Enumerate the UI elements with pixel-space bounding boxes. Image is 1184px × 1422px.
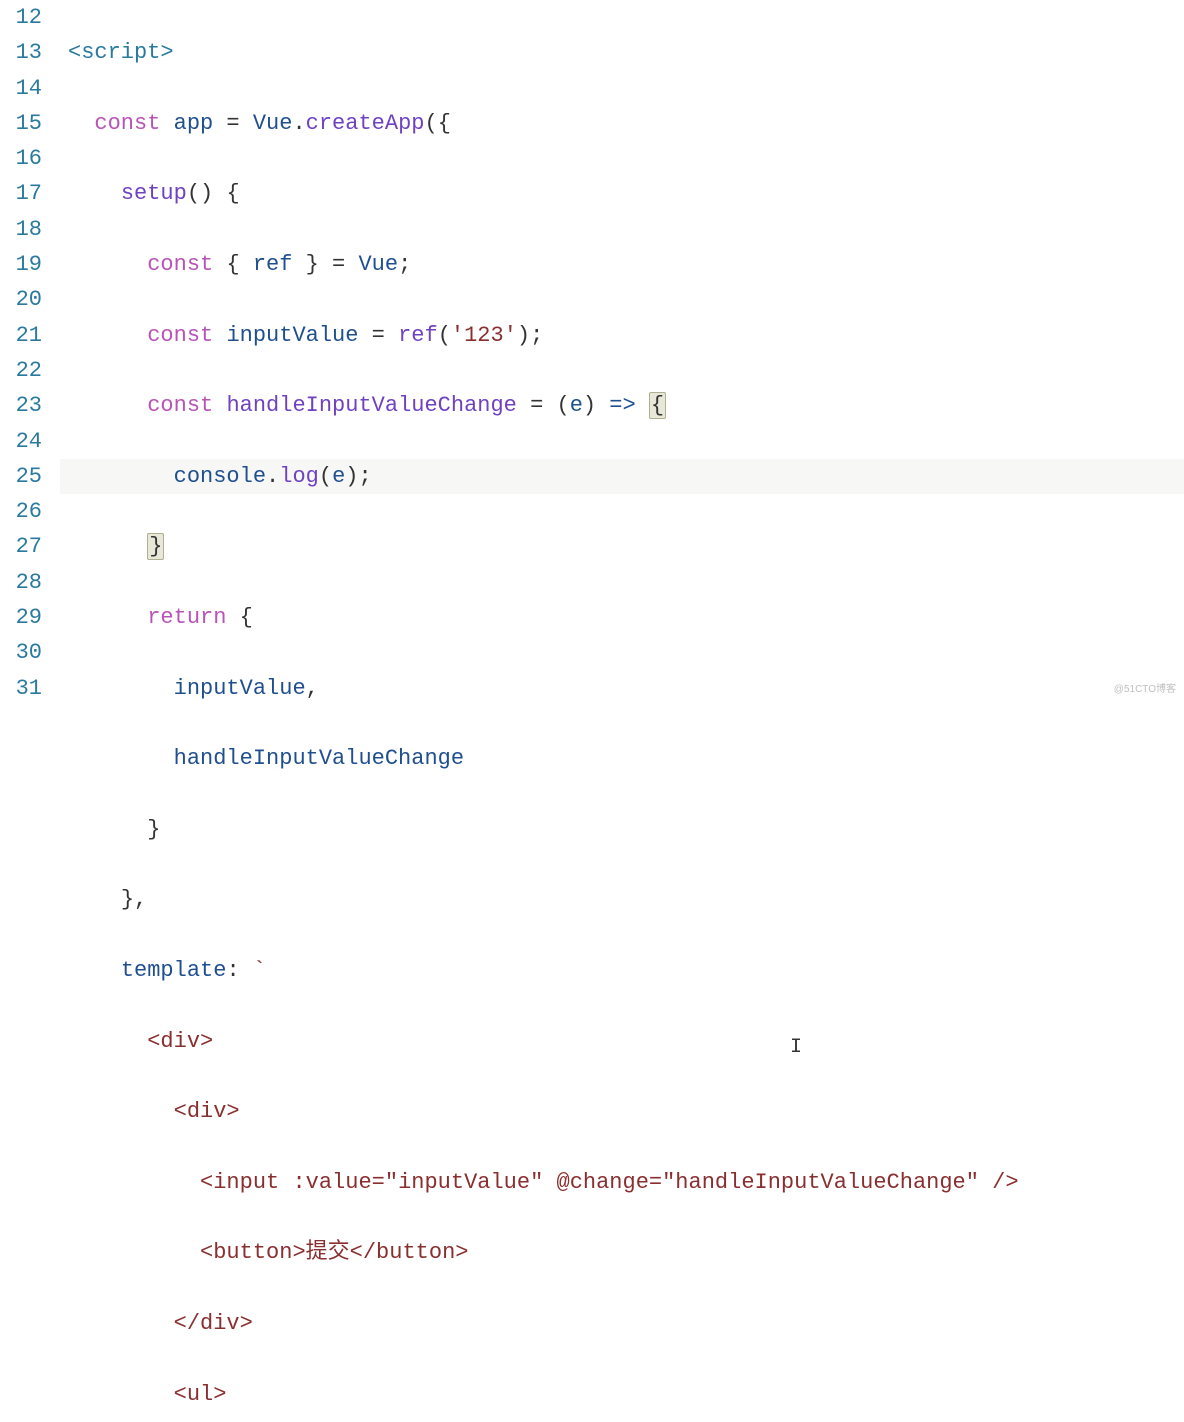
line-number: 18: [0, 212, 42, 247]
line-number: 14: [0, 71, 42, 106]
code-line[interactable]: const inputValue = ref('123');: [60, 318, 1184, 353]
line-number: 16: [0, 141, 42, 176]
code-line[interactable]: const app = Vue.createApp({: [60, 106, 1184, 141]
line-number: 30: [0, 635, 42, 670]
code-line[interactable]: <button>提交</button>: [60, 1235, 1184, 1270]
line-number: 25: [0, 459, 42, 494]
line-number: 22: [0, 353, 42, 388]
line-number: 28: [0, 565, 42, 600]
code-line[interactable]: inputValue,: [60, 671, 1184, 706]
line-number: 31: [0, 671, 42, 706]
text-cursor-icon: I: [790, 1030, 802, 1065]
line-number: 29: [0, 600, 42, 635]
line-number: 19: [0, 247, 42, 282]
code-line[interactable]: <div>I: [60, 1024, 1184, 1059]
code-line[interactable]: const { ref } = Vue;: [60, 247, 1184, 282]
line-number: 17: [0, 176, 42, 211]
watermark: @51CTO博客: [1114, 672, 1176, 707]
code-line[interactable]: <script>: [60, 35, 1184, 70]
code-line[interactable]: <input :value="inputValue" @change="hand…: [60, 1165, 1184, 1200]
line-number: 20: [0, 282, 42, 317]
line-number: 23: [0, 388, 42, 423]
code-line[interactable]: }: [60, 529, 1184, 564]
code-line[interactable]: },: [60, 882, 1184, 917]
code-editor[interactable]: <script> const app = Vue.createApp({ set…: [60, 0, 1184, 711]
code-line[interactable]: template: `: [60, 953, 1184, 988]
line-number: 12: [0, 0, 42, 35]
line-number: 13: [0, 35, 42, 70]
code-line[interactable]: return {: [60, 600, 1184, 635]
code-line[interactable]: setup() {: [60, 176, 1184, 211]
code-line[interactable]: handleInputValueChange: [60, 741, 1184, 776]
code-line[interactable]: const handleInputValueChange = (e) => {: [60, 388, 1184, 423]
code-line[interactable]: </div>: [60, 1306, 1184, 1341]
code-line[interactable]: console.log(e);: [60, 459, 1184, 494]
code-line[interactable]: <div>: [60, 1094, 1184, 1129]
line-number: 26: [0, 494, 42, 529]
line-number: 27: [0, 529, 42, 564]
line-number: 15: [0, 106, 42, 141]
code-line[interactable]: }: [60, 812, 1184, 847]
line-number: 21: [0, 318, 42, 353]
code-line[interactable]: <ul>: [60, 1377, 1184, 1412]
line-number-gutter: 12 13 14 15 16 17 18 19 20 21 22 23 24 2…: [0, 0, 60, 711]
line-number: 24: [0, 424, 42, 459]
